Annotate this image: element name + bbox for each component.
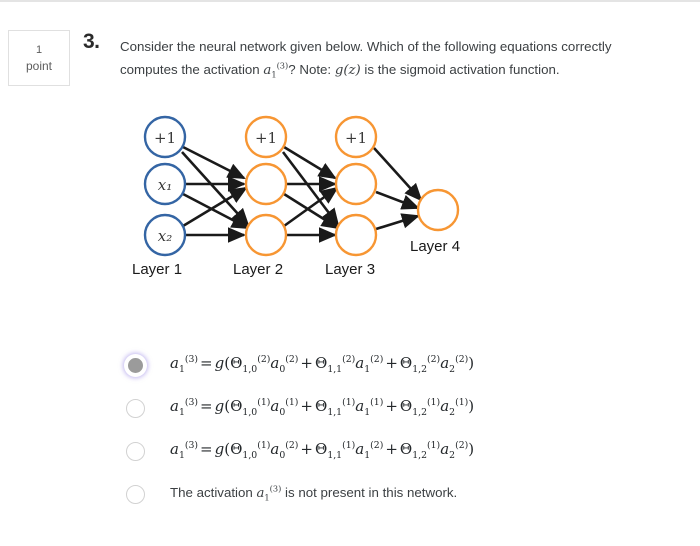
edges-layer2-to-layer3	[281, 145, 340, 243]
opt-d-text-before: The activation	[170, 485, 257, 500]
edges-layer1-to-layer2	[181, 145, 250, 243]
layer-1-nodes: +1 x₁ x₂	[143, 115, 187, 257]
opt-a-t2-theta-sup: (2)	[342, 354, 356, 365]
opt-c-lhs-sup: (3)	[184, 440, 199, 451]
opt-a-t3-a-sup: (2)	[455, 354, 469, 365]
node-x2-label: x₂	[158, 227, 172, 245]
opt-b-t3-a-sub: 2	[449, 407, 456, 418]
opt-c-t3-theta-sup: (1)	[427, 440, 441, 451]
opt-a-t3-a-sub: 2	[449, 364, 456, 375]
opt-a-t1-a-sup: (2)	[285, 354, 299, 365]
layer-3-nodes: +1	[334, 115, 378, 257]
answer-option-b[interactable]: a1(3) = g(Θ1,0(1)a0(1) + Θ1,1(1)a1(1) + Θ1,2(1…	[126, 397, 646, 440]
opt-c-t3-a-sup: (2)	[455, 440, 469, 451]
opt-b-t1-theta-sub: 1,0	[242, 407, 258, 418]
opt-b-t3-theta-sub: 1,2	[412, 407, 428, 418]
edges-layer3-to-layer4	[373, 147, 423, 231]
radio-option-a[interactable]	[126, 356, 145, 375]
activation-symbol: a1(3)	[263, 60, 289, 80]
node-output	[416, 188, 460, 232]
opt-a-t1-theta-sub: 1,0	[242, 364, 258, 375]
opt-c-t3-theta-sub: 1,2	[412, 450, 428, 461]
points-value: 1	[35, 44, 43, 56]
points-label: point	[25, 59, 53, 73]
node-layer2-unit2	[244, 213, 288, 257]
question-text: Consider the neural network given below.…	[120, 35, 660, 82]
layer-3-label: Layer 3	[325, 261, 375, 278]
node-bias-layer2-label: +1	[255, 129, 277, 147]
node-x1-label: x₁	[158, 176, 172, 194]
node-bias-layer3-label: +1	[345, 129, 367, 147]
opt-b-lhs-sym: a	[170, 397, 179, 415]
node-layer2-unit1	[244, 162, 288, 206]
opt-a-t3-theta-sup: (2)	[427, 354, 441, 365]
opt-d-text-after: is not present in this network.	[281, 485, 458, 500]
opt-a-t3-theta-sub: 1,2	[412, 364, 428, 375]
opt-b-t1-a-sup: (1)	[285, 397, 299, 408]
opt-c-t1-a-sup: (2)	[285, 440, 299, 451]
layer-2-nodes: +1	[244, 115, 288, 257]
opt-a-lhs-sup: (3)	[184, 354, 199, 365]
opt-b-lhs-sup: (3)	[184, 397, 199, 408]
opt-c-t1-theta-sub: 1,0	[242, 450, 258, 461]
answer-options-list: a1(3) = g(Θ1,0(2)a0(2) + Θ1,1(2)a1(2) + Θ1,2(2…	[126, 354, 646, 526]
radio-option-b[interactable]	[126, 399, 145, 418]
node-layer3-unit2	[334, 213, 378, 257]
sigmoid-symbol: g(z)	[334, 63, 361, 78]
answer-option-a-equation: a1(3) = g(Θ1,0(2)a0(2) + Θ1,1(2)a1(2) + Θ1,2(2…	[170, 354, 475, 375]
opt-c-t2-theta-sup: (1)	[342, 440, 356, 451]
answer-option-b-equation: a1(3) = g(Θ1,0(1)a0(1) + Θ1,1(1)a1(1) + Θ1,2(1…	[170, 397, 475, 418]
answer-option-d[interactable]: The activation a1(3) is not present in t…	[126, 483, 646, 526]
opt-b-lhs-sub: 1	[178, 407, 185, 418]
opt-a-lhs-sub: 1	[178, 364, 185, 375]
node-bias-layer1-label: +1	[154, 129, 176, 147]
opt-b-t1-a-sub: 0	[279, 407, 286, 418]
opt-c-t2-theta-sub: 1,1	[327, 450, 343, 461]
question-number: 3.	[83, 30, 100, 53]
opt-a-t1-theta-sup: (2)	[257, 354, 271, 365]
opt-c-t1-theta-sup: (1)	[257, 440, 271, 451]
layer-1-label: Layer 1	[132, 261, 182, 278]
opt-c-lhs-sub: 1	[178, 450, 185, 461]
activation-superscript: (3)	[276, 60, 289, 71]
opt-b-t3-a-sup: (1)	[455, 397, 469, 408]
opt-b-t2-a-sub: 1	[364, 407, 371, 418]
answer-option-a[interactable]: a1(3) = g(Θ1,0(2)a0(2) + Θ1,1(2)a1(2) + Θ1,2(2…	[126, 354, 646, 397]
question-line-2-suffix: is the sigmoid activation function.	[360, 62, 560, 77]
opt-b-t1-theta-sup: (1)	[257, 397, 271, 408]
layer-4-nodes	[416, 188, 460, 232]
opt-b-t2-theta-sup: (1)	[342, 397, 356, 408]
opt-c-t1-a-sub: 0	[279, 450, 286, 461]
opt-c-t2-a-sub: 1	[364, 450, 371, 461]
node-layer3-unit1	[334, 162, 378, 206]
opt-d-sub: 1	[264, 492, 270, 503]
opt-d-activation: a1(3)	[256, 483, 282, 503]
opt-b-t3-theta-sup: (1)	[427, 397, 441, 408]
opt-a-lhs-sym: a	[170, 354, 179, 372]
opt-b-t2-a-sup: (1)	[370, 397, 384, 408]
opt-b-t2-theta-sub: 1,1	[327, 407, 343, 418]
opt-a-t2-a-sub: 1	[364, 364, 371, 375]
opt-a-t2-a-sup: (2)	[370, 354, 384, 365]
layer-4-label: Layer 4	[410, 238, 460, 255]
radio-option-d[interactable]	[126, 485, 145, 504]
radio-option-c[interactable]	[126, 442, 145, 461]
opt-c-lhs-sym: a	[170, 440, 179, 458]
question-line-1: Consider the neural network given below.…	[120, 39, 612, 54]
opt-c-t3-a-sub: 2	[449, 450, 456, 461]
answer-option-c-equation: a1(3) = g(Θ1,0(1)a0(2) + Θ1,1(1)a1(2) + Θ1,2(1…	[170, 440, 475, 461]
question-line-2-prefix: computes the activation	[120, 62, 264, 77]
points-badge: 1 point	[8, 30, 70, 86]
activation-subscript: 1	[271, 69, 277, 80]
opt-c-t2-a-sup: (2)	[370, 440, 384, 451]
opt-d-sup: (3)	[269, 483, 282, 494]
answer-option-d-text: The activation a1(3) is not present in t…	[170, 483, 457, 503]
opt-a-t2-theta-sub: 1,1	[327, 364, 343, 375]
question-line-2-mid: ? Note:	[288, 62, 335, 77]
opt-a-t1-a-sub: 0	[279, 364, 286, 375]
answer-option-c[interactable]: a1(3) = g(Θ1,0(1)a0(2) + Θ1,1(1)a1(2) + Θ1,2(1…	[126, 440, 646, 483]
neural-network-diagram: +1 x₁ x₂ +1 +1 Layer 1 Layer 2 Layer 3 L…	[118, 102, 518, 287]
layer-2-label: Layer 2	[233, 261, 283, 278]
